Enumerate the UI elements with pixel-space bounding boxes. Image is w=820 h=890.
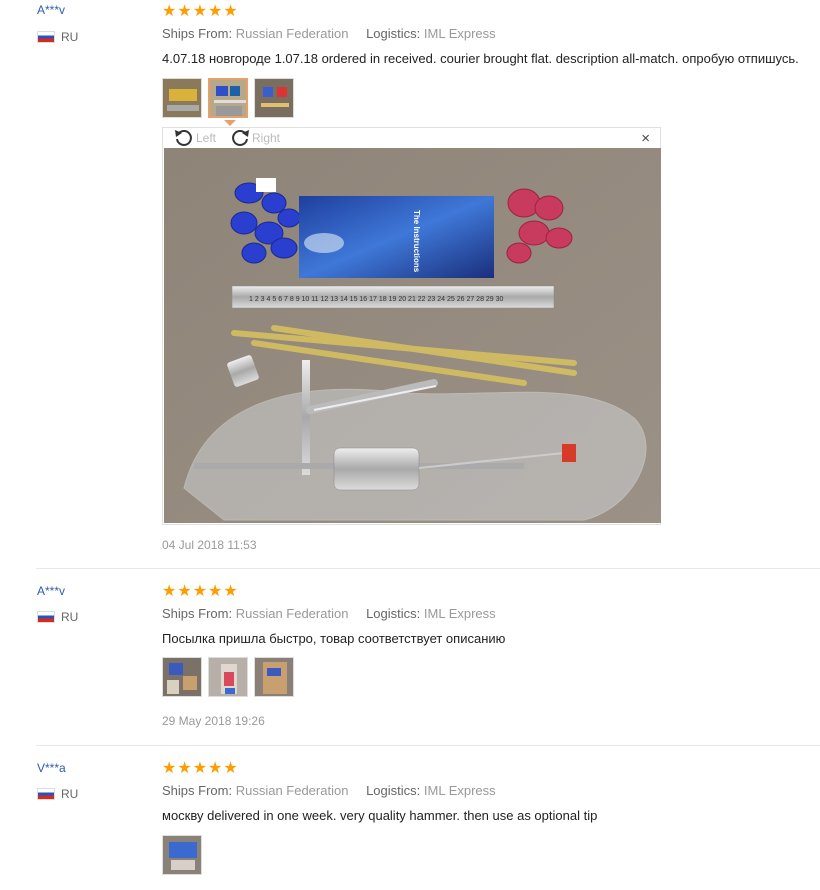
logistics-value: IML Express [423,783,496,798]
rotate-left-button[interactable]: Left [173,129,216,147]
rotate-left-icon [175,130,192,146]
reviewer-name[interactable]: A***v [37,584,65,598]
review-divider [36,745,820,746]
review-photos [162,78,294,118]
review-photo-large: The Instructions 1 2 3 4 5 6 7 8 9 10 11… [164,148,661,523]
review-date: 04 Jul 2018 11:53 [162,538,257,552]
rotate-left-label: Left [196,131,217,145]
shipping-info: Ships From: Russian Federation Logistics… [162,606,496,621]
review-photos [162,835,202,875]
country-code: RU [61,30,79,44]
review-photo-thumb[interactable] [162,78,202,118]
ships-from-value: Russian Federation [235,26,349,41]
ships-from-value: Russian Federation [235,783,349,798]
country-code: RU [61,787,79,801]
logistics-label: Logistics: [366,26,421,41]
selected-thumb-pointer [224,120,236,126]
russia-flag-icon [37,611,55,623]
shipping-info: Ships From: Russian Federation Logistics… [162,783,496,798]
reviewer-country: RU [37,30,78,44]
russia-flag-icon [37,788,55,800]
review-text: москву delivered in one week. very quali… [162,808,598,823]
logistics-label: Logistics: [366,606,421,621]
star-rating: ★★★★★ [162,3,239,20]
photo-viewer: Left Right × The Instructions 1 2 3 4 5 … [162,127,661,525]
barcode-label [256,178,276,192]
shipping-info: Ships From: Russian Federation Logistics… [162,26,496,41]
rotate-right-label: Right [252,131,281,145]
country-code: RU [61,610,79,624]
rotate-right-button[interactable]: Right [229,129,280,147]
logistics-value: IML Express [423,26,496,41]
logistics-label: Logistics: [366,783,421,798]
russia-flag-icon [37,31,55,43]
rotate-right-icon [232,130,249,146]
ships-from-label: Ships From: [162,783,233,798]
reviewer-name[interactable]: V***a [37,761,66,775]
ships-from-label: Ships From: [162,606,233,621]
review-photos [162,657,294,697]
review-date: 29 May 2018 19:26 [162,714,265,728]
review-divider [36,568,820,569]
reviewer-name[interactable]: A***v [37,3,65,17]
star-rating: ★★★★★ [162,583,239,600]
ships-from-label: Ships From: [162,26,233,41]
ships-from-value: Russian Federation [235,606,349,621]
close-icon[interactable]: × [641,131,650,146]
reviewer-country: RU [37,610,78,624]
ruler-numbers: 1 2 3 4 5 6 7 8 9 10 11 12 13 14 15 16 1… [249,296,504,303]
review-text: 4.07.18 новгороде 1.07.18 ordered in rec… [162,51,799,66]
review-photo-thumb[interactable] [208,657,248,697]
viewer-toolbar: Left Right × [163,128,660,148]
star-rating: ★★★★★ [162,760,239,777]
review-photo-thumb-selected[interactable] [208,78,248,118]
review-photo-thumb[interactable] [254,78,294,118]
review-text: Посылка пришла быстро, товар соответству… [162,631,506,646]
logistics-value: IML Express [423,606,496,621]
review-photo-thumb[interactable] [254,657,294,697]
booklet-title: The Instructions [412,210,421,273]
review-photo-thumb[interactable] [162,835,202,875]
reviewer-country: RU [37,787,78,801]
review-photo-thumb[interactable] [162,657,202,697]
